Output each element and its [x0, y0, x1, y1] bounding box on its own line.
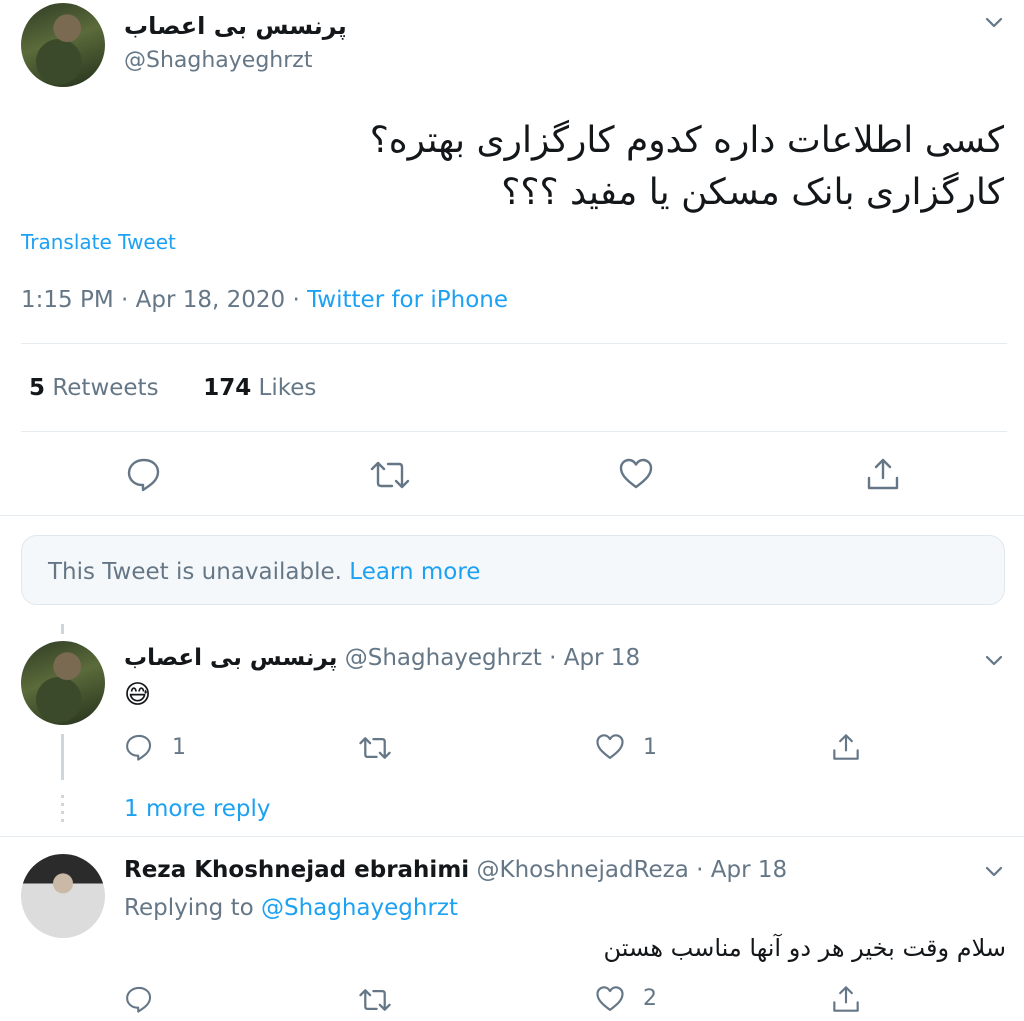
unavailable-tweet-box: This Tweet is unavailable. Learn more	[21, 535, 1005, 605]
replying-to-label: Replying to	[124, 895, 261, 921]
tweet-source-link[interactable]: Twitter for iPhone	[307, 287, 508, 313]
avatar[interactable]	[21, 3, 105, 87]
thread-line	[61, 734, 64, 780]
share-icon[interactable]	[864, 456, 902, 492]
reply-header: پرنسس بی اعصاب @Shaghayeghrzt · Apr 18	[124, 645, 640, 671]
divider	[21, 343, 1007, 344]
replying-to: Replying to @Shaghayeghrzt	[124, 895, 458, 921]
translate-tweet-link[interactable]: Translate Tweet	[21, 230, 176, 254]
retweet-icon[interactable]	[358, 985, 392, 1015]
thread-line	[61, 624, 64, 634]
display-name[interactable]: پرنسس بی اعصاب	[124, 645, 337, 671]
unavailable-text: This Tweet is unavailable.	[48, 559, 350, 585]
retweets-stat[interactable]: 5 Retweets	[29, 375, 159, 401]
share-icon[interactable]	[830, 732, 862, 762]
learn-more-link[interactable]: Learn more	[349, 559, 480, 585]
tweet-text-line-2: کارگزاری بانک مسکن یا مفید ؟؟؟	[501, 172, 1004, 213]
display-name[interactable]: پرنسس بی اعصاب	[124, 12, 347, 40]
thread-dots	[61, 795, 64, 825]
tweet-timestamp[interactable]: 1:15 PM · Apr 18, 2020 ·	[21, 287, 307, 313]
reply-icon[interactable]	[124, 984, 154, 1014]
likes-stat[interactable]: 174 Likes	[203, 375, 316, 401]
retweet-count: 5	[29, 375, 46, 401]
chevron-down-icon[interactable]	[981, 9, 1007, 35]
like-label: Likes	[251, 375, 317, 401]
more-replies-link[interactable]: 1 more reply	[124, 796, 271, 822]
chevron-down-icon[interactable]	[981, 858, 1007, 884]
retweet-icon[interactable]	[358, 733, 392, 763]
replying-to-handle[interactable]: @Shaghayeghrzt	[261, 895, 458, 921]
chevron-down-icon[interactable]	[981, 647, 1007, 673]
like-count: 174	[203, 375, 252, 401]
share-icon[interactable]	[830, 984, 862, 1014]
retweet-icon[interactable]	[369, 457, 411, 493]
divider	[0, 515, 1024, 516]
reply-icon[interactable]	[124, 732, 154, 762]
reply-icon[interactable]	[125, 456, 163, 492]
avatar[interactable]	[21, 854, 105, 938]
retweet-label: Retweets	[45, 375, 159, 401]
tweet-timestamp-row: 1:15 PM · Apr 18, 2020 · Twitter for iPh…	[21, 287, 508, 313]
divider	[21, 431, 1007, 432]
handle-date[interactable]: @KhoshnejadReza · Apr 18	[476, 857, 787, 883]
display-name[interactable]: Reza Khoshnejad ebrahimi	[124, 857, 469, 883]
handle-date[interactable]: @Shaghayeghrzt · Apr 18	[345, 645, 640, 671]
heart-icon[interactable]	[594, 732, 626, 762]
handle[interactable]: @Shaghayeghrzt	[124, 48, 312, 73]
tweet-text-line-1: کسی اطلاعات داره کدوم کارگزاری بهتره؟	[369, 120, 1004, 161]
reply-emoji: 😅	[124, 680, 152, 710]
avatar[interactable]	[21, 641, 105, 725]
reply-count: 1	[172, 735, 186, 760]
reply-header: Reza Khoshnejad ebrahimi @KhoshnejadReza…	[124, 857, 787, 883]
like-count: 1	[643, 735, 657, 760]
like-count: 2	[643, 986, 657, 1011]
engagement-stats: 5 Retweets 174 Likes	[29, 375, 316, 401]
divider	[0, 836, 1024, 837]
reply-text: سلام وقت بخیر هر دو آنها مناسب هستن	[603, 934, 1006, 962]
heart-icon[interactable]	[617, 456, 655, 492]
heart-icon[interactable]	[594, 984, 626, 1014]
